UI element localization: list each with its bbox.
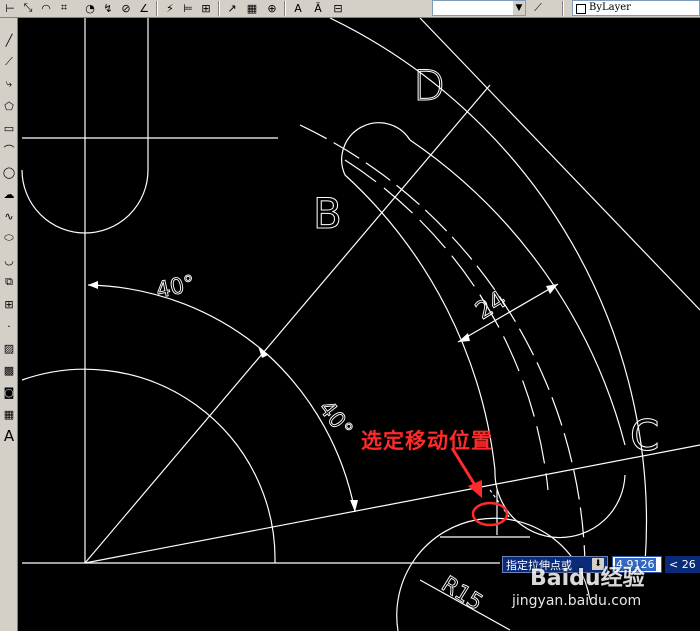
dim-24-line	[457, 283, 559, 343]
callout-text: 选定移动位置	[361, 428, 493, 453]
dim-angular-icon[interactable]: ∠	[136, 0, 152, 16]
polygon-icon[interactable]: ⬠	[1, 98, 17, 114]
rectangle-icon[interactable]: ▭	[1, 120, 17, 136]
radial-line-1	[84, 84, 491, 564]
middle-arc	[299, 124, 586, 564]
gradient-icon[interactable]: ▩	[1, 362, 17, 378]
tolerance-icon[interactable]: ▦	[244, 0, 260, 16]
dim-linear-icon[interactable]: ⊢	[2, 0, 18, 16]
dim-aligned-icon[interactable]: ⤡	[20, 0, 36, 16]
chevron-down-icon[interactable]: ▼	[513, 1, 525, 15]
qleader-icon[interactable]: ↗	[224, 0, 240, 16]
baseline-icon[interactable]: ⊨	[180, 0, 196, 16]
multiline-text-icon[interactable]: A	[1, 427, 17, 445]
quick-dim-icon[interactable]: ⚡	[162, 0, 178, 16]
point-icon[interactable]: ·	[1, 318, 17, 334]
dim-jogged-icon[interactable]: ↯	[100, 0, 116, 16]
color-control-label: ByLayer	[589, 2, 631, 13]
arrowhead	[88, 281, 98, 289]
table-icon[interactable]: ▦	[1, 406, 17, 422]
geometry	[21, 18, 700, 631]
drawing-canvas[interactable]: D B C 40° 40° 24 R15	[18, 18, 700, 631]
insert-block-icon[interactable]: ⧉	[1, 274, 17, 290]
radial-line-2	[84, 444, 700, 564]
arc-icon[interactable]: ⌒	[1, 142, 17, 158]
separator	[562, 1, 564, 16]
angle-label-inner: 40°	[313, 396, 357, 442]
hatch-icon[interactable]: ▨	[1, 340, 17, 356]
watermark-url: jingyan.baidu.com	[512, 593, 642, 609]
label-b: B	[313, 189, 342, 238]
radial-line-3	[419, 18, 700, 311]
dim-24-label: 24	[470, 285, 511, 325]
dim-radius-icon[interactable]: ◔	[82, 0, 98, 16]
slot-end-b	[341, 122, 411, 176]
slot-outer-line	[409, 139, 626, 446]
dimension-toolbar: ⊢ ⤡ ◠ ⌗ ◔ ↯ ⊘ ∠ ⚡ ⊨ ⊞ ↗ ▦ ⊕ A Ā ⊟ ▼ ⟋ By…	[0, 0, 700, 18]
dim-update-icon[interactable]: ⊟	[330, 0, 346, 16]
radius-label: R15	[437, 572, 487, 616]
dim-text-edit-icon[interactable]: Ā	[310, 0, 326, 16]
color-swatch	[576, 4, 586, 14]
separator	[218, 1, 220, 16]
color-control-dropdown[interactable]: ByLayer	[572, 0, 700, 16]
label-c: C	[630, 411, 659, 460]
red-annotation	[450, 447, 509, 527]
dim-style-icon[interactable]: ⟋	[530, 0, 546, 16]
ellipse-arc-icon[interactable]: ◡	[1, 252, 17, 268]
construction-line-icon[interactable]: ⟋	[1, 54, 17, 70]
spline-icon[interactable]: ∿	[1, 208, 17, 224]
dim-edit-icon[interactable]: A	[290, 0, 306, 16]
polyline-icon[interactable]: ⤷	[1, 76, 17, 92]
angle-input[interactable]: < 26	[665, 556, 700, 573]
label-d: D	[413, 61, 445, 110]
line-icon[interactable]: ╱	[1, 32, 17, 48]
revision-cloud-icon[interactable]: ☁	[1, 186, 17, 202]
separator	[156, 1, 158, 16]
dim-ordinate-icon[interactable]: ⌗	[56, 0, 72, 16]
dim-diameter-icon[interactable]: ⊘	[118, 0, 134, 16]
arrowhead	[350, 500, 358, 512]
dim-style-dropdown[interactable]: ▼	[432, 0, 526, 16]
angle-label-outer: 40°	[154, 271, 197, 304]
dim-arc-icon[interactable]: ◠	[38, 0, 54, 16]
continue-icon[interactable]: ⊞	[198, 0, 214, 16]
ellipse-icon[interactable]: ⬭	[1, 230, 17, 246]
make-block-icon[interactable]: ⊞	[1, 296, 17, 312]
draw-toolbar: ╱ ⟋ ⤷ ⬠ ▭ ⌒ ◯ ☁ ∿ ⬭ ◡ ⧉ ⊞ · ▨ ▩ ◙ ▦ A	[0, 18, 18, 631]
highlight-circle	[471, 501, 509, 527]
region-icon[interactable]: ◙	[1, 384, 17, 400]
circle-icon[interactable]: ◯	[1, 164, 17, 180]
center-mark-icon[interactable]: ⊕	[264, 0, 280, 16]
separator	[284, 1, 286, 16]
watermark-logo: Baidu经验	[530, 566, 645, 591]
